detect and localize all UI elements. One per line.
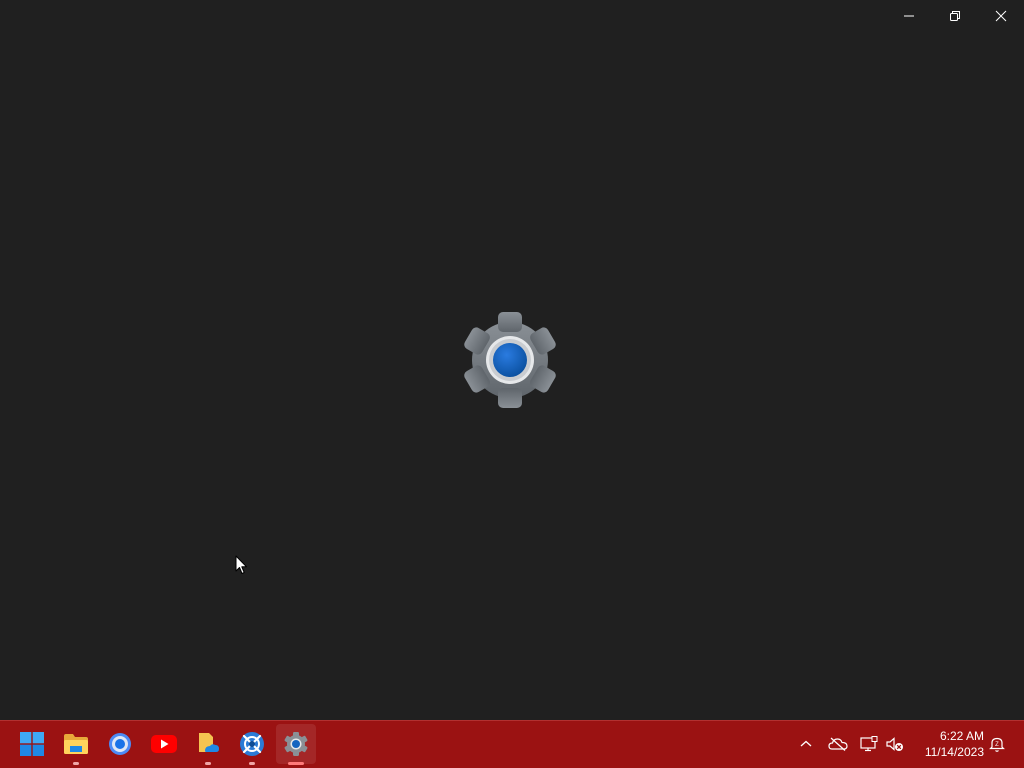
running-indicator bbox=[73, 762, 79, 765]
network-tray-button[interactable] bbox=[858, 733, 880, 755]
taskbar-app[interactable] bbox=[232, 724, 272, 765]
desktop: 6:22 AM 11/14/2023 Z bbox=[0, 0, 1024, 768]
active-indicator bbox=[288, 762, 304, 765]
restore-icon bbox=[950, 11, 960, 21]
chrome-icon bbox=[109, 733, 131, 755]
clock-date: 11/14/2023 bbox=[924, 745, 984, 759]
taskbar: 6:22 AM 11/14/2023 Z bbox=[0, 720, 1024, 768]
network-icon bbox=[860, 736, 878, 752]
windows-start-icon bbox=[20, 732, 44, 756]
volume-muted-icon bbox=[886, 737, 903, 751]
gear-icon bbox=[464, 312, 556, 408]
volume-tray-button[interactable] bbox=[884, 733, 906, 755]
running-indicator bbox=[205, 762, 211, 765]
restore-button[interactable] bbox=[932, 0, 978, 32]
minimize-icon bbox=[904, 15, 914, 17]
chevron-up-icon bbox=[800, 740, 812, 747]
svg-text:Z: Z bbox=[995, 742, 999, 748]
compass-app-icon bbox=[240, 732, 264, 756]
show-hidden-icons-button[interactable] bbox=[795, 733, 817, 755]
window-caption-buttons bbox=[886, 0, 1024, 32]
notification-bell-icon: Z bbox=[989, 737, 1005, 752]
mouse-cursor-icon bbox=[235, 555, 247, 574]
onedrive-tray-button[interactable] bbox=[827, 733, 849, 755]
taskbar-chrome[interactable] bbox=[100, 724, 140, 764]
onedrive-cloud-icon bbox=[828, 737, 848, 751]
taskbar-file-explorer[interactable] bbox=[56, 724, 96, 765]
settings-window bbox=[0, 0, 1024, 720]
start-button[interactable] bbox=[12, 724, 52, 764]
taskbar-clock[interactable]: 6:22 AM 11/14/2023 bbox=[912, 728, 984, 760]
taskbar-settings[interactable] bbox=[276, 724, 316, 765]
notification-center-button[interactable]: Z bbox=[986, 733, 1008, 755]
youtube-icon bbox=[151, 735, 177, 753]
gear-icon bbox=[284, 732, 308, 756]
minimize-button[interactable] bbox=[886, 0, 932, 32]
close-icon bbox=[995, 10, 1007, 22]
clock-time: 6:22 AM bbox=[939, 729, 984, 743]
folder-icon bbox=[64, 734, 88, 754]
onedrive-file-icon bbox=[199, 733, 219, 752]
close-button[interactable] bbox=[978, 0, 1024, 32]
running-indicator bbox=[249, 762, 255, 765]
taskbar-onedrive-file[interactable] bbox=[188, 724, 228, 765]
taskbar-youtube[interactable] bbox=[144, 724, 184, 764]
